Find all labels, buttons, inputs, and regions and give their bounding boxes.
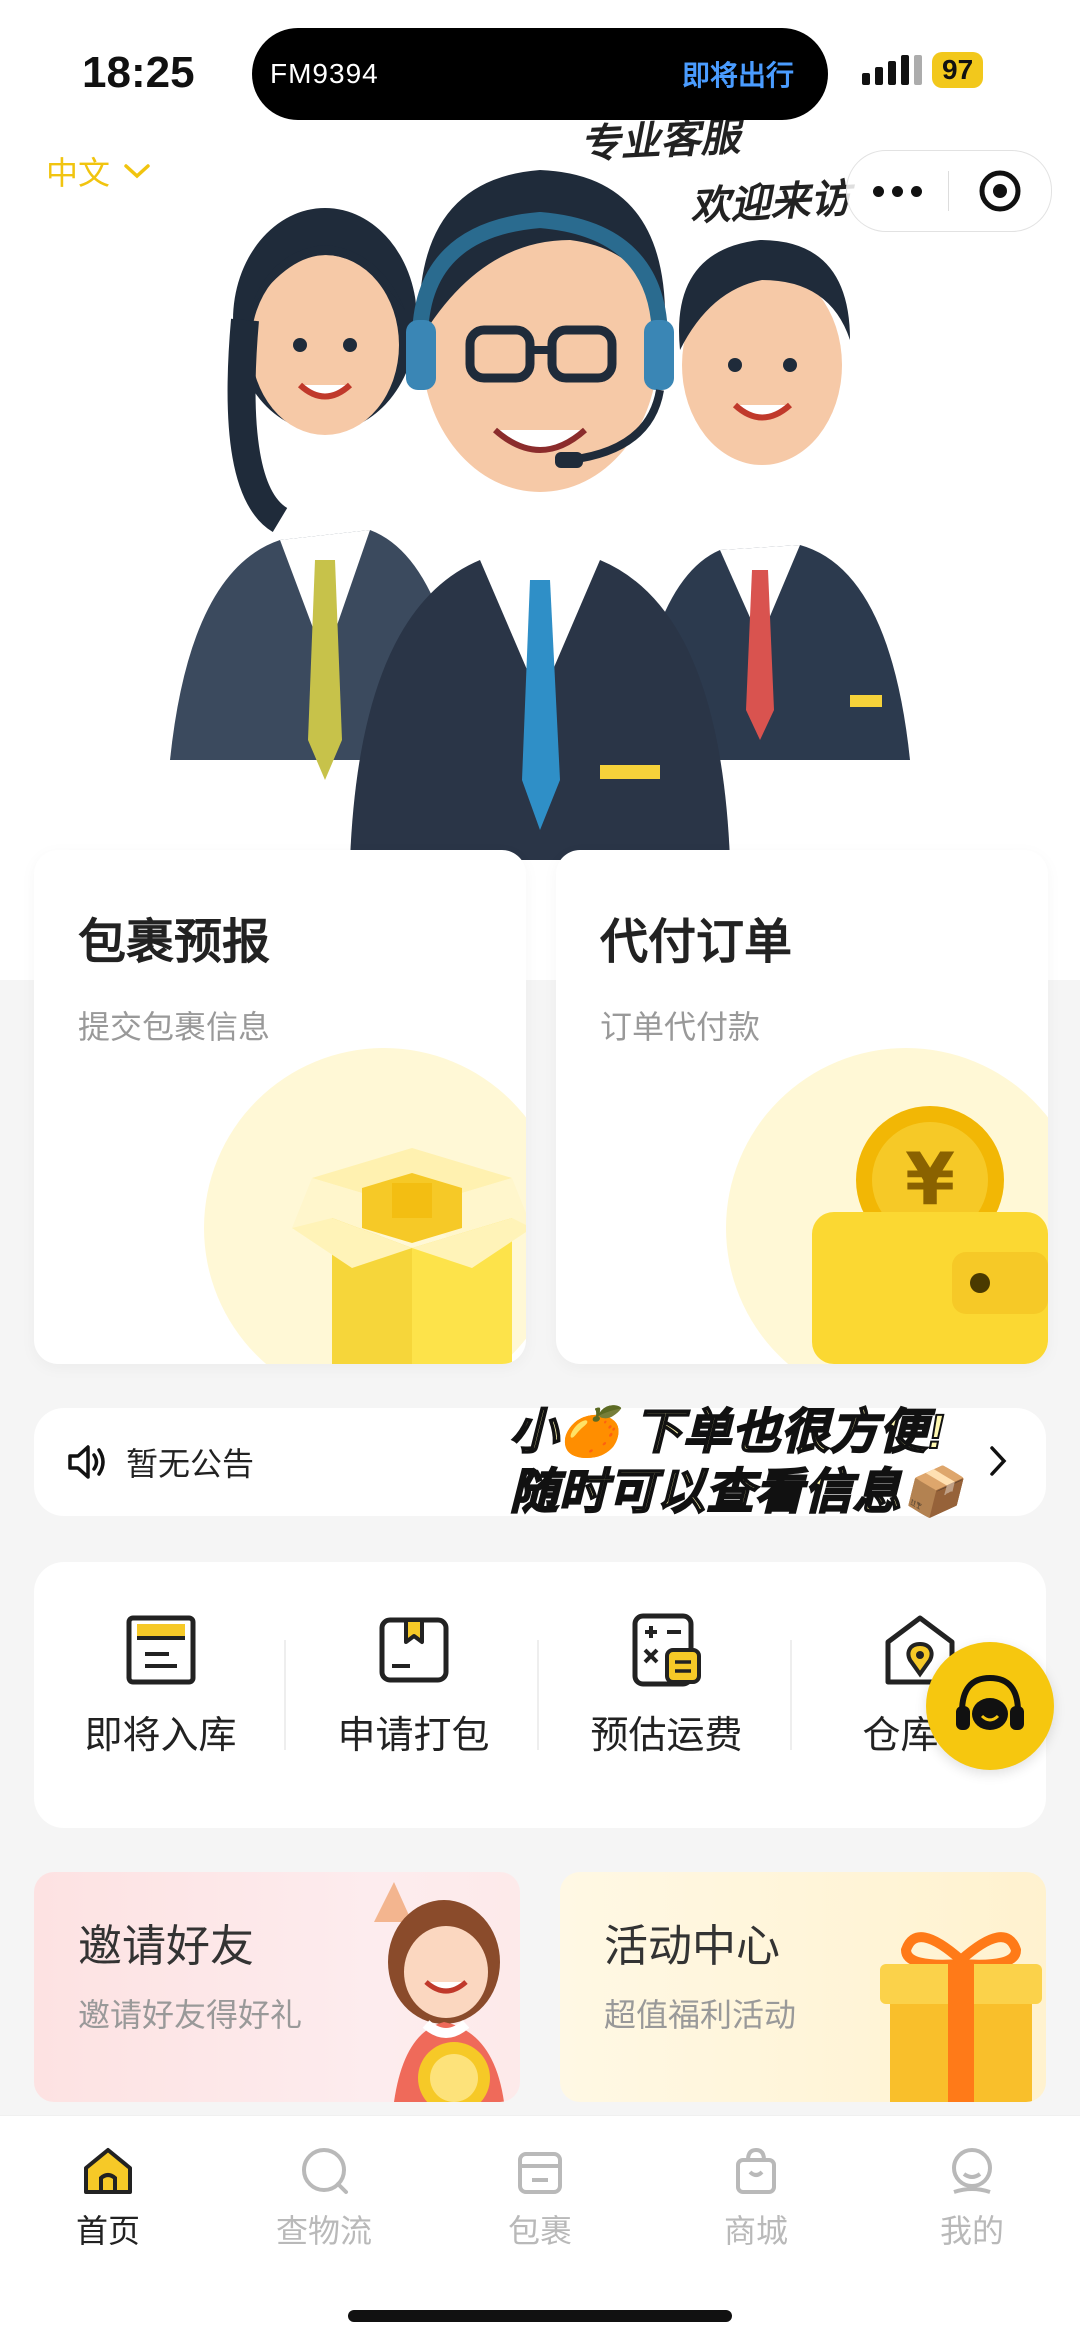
package-icon: [518, 2152, 562, 2194]
quick-action-label: 即将入库: [84, 1715, 237, 1757]
miniprogram-capsule: [846, 150, 1052, 232]
girl-with-coin-icon: [374, 1882, 504, 2102]
invite-friends-title: 邀请好友: [78, 1922, 254, 1971]
tab-profile[interactable]: 我的: [864, 2146, 1080, 2252]
speaker-icon: [68, 1445, 105, 1479]
quick-action-pack-request[interactable]: 申请打包: [287, 1612, 540, 1759]
quick-action-shipping-estimate[interactable]: 预估运费: [540, 1612, 793, 1759]
flight-number: FM9394: [270, 58, 379, 89]
invite-friends-card[interactable]: 邀请好友 邀请好友得好礼: [34, 1872, 520, 2102]
activity-center-title: 活动中心: [604, 1922, 780, 1971]
package-forecast-title: 包裹预报: [78, 916, 271, 969]
user-icon: [952, 2148, 992, 2194]
quick-action-label: 申请打包: [337, 1715, 490, 1757]
chevron-right-icon: [990, 1446, 1007, 1476]
trip-status: 即将出行: [681, 60, 794, 91]
quick-action-label: 预估运费: [590, 1715, 743, 1757]
signal-icon: [862, 55, 922, 85]
close-target-icon[interactable]: [949, 169, 1050, 213]
invite-friends-subtitle: 邀请好友得好礼: [78, 1997, 303, 2033]
status-indicators: 97: [862, 52, 984, 88]
pay-order-subtitle: 订单代付款: [600, 1009, 761, 1045]
status-time: 18:25: [82, 48, 195, 97]
announcement-text: 暂无公告: [126, 1446, 255, 1482]
dynamic-island-activity[interactable]: FM9394 即将出行: [252, 28, 828, 120]
gift-box-icon: [880, 1932, 1042, 2102]
home-indicator[interactable]: [348, 2310, 732, 2322]
calculator-icon: [632, 1613, 701, 1687]
activity-center-subtitle: 超值福利活动: [604, 1997, 797, 2033]
more-menu-icon[interactable]: [847, 185, 948, 197]
overlay-caption-line-2: 随时可以查看信息📦: [509, 1465, 963, 1520]
tab-label: 包裹: [507, 2213, 572, 2249]
package-forecast-card[interactable]: 包裹预报 提交包裹信息: [34, 850, 526, 1364]
bottom-tab-bar: 首页 查物流 包裹 商城 我的: [0, 2115, 1080, 2342]
customer-service-illustration: [170, 170, 910, 860]
svg-text:¥: ¥: [905, 1137, 955, 1221]
tab-label: 查物流: [275, 2213, 372, 2249]
quick-action-inbound[interactable]: 即将入库: [34, 1612, 287, 1759]
search-icon: [302, 2148, 348, 2194]
package-box-icon: [379, 1617, 448, 1683]
language-selector[interactable]: 中文: [46, 148, 150, 194]
tab-mall[interactable]: 商城: [648, 2146, 864, 2252]
tab-label: 首页: [75, 2213, 140, 2249]
pay-order-card[interactable]: 代付订单 订单代付款 ¥: [556, 850, 1048, 1364]
battery-level: 97: [932, 52, 984, 88]
hero-banner: 专业客服 欢迎来访: [0, 0, 1080, 980]
hero-caption-bottom: 欢迎来访: [689, 176, 852, 230]
wallet-yuan-icon: ¥: [812, 1106, 1048, 1364]
pay-order-title: 代付订单: [600, 916, 793, 969]
language-label: 中文: [46, 155, 111, 191]
tab-label: 商城: [723, 2213, 788, 2249]
activity-center-card[interactable]: 活动中心 超值福利活动: [560, 1872, 1046, 2102]
tab-track-logistics[interactable]: 查物流: [216, 2146, 432, 2252]
tab-label: 我的: [939, 2213, 1004, 2249]
package-forecast-subtitle: 提交包裹信息: [78, 1009, 271, 1045]
shopping-bag-icon: [736, 2147, 776, 2194]
quick-actions-panel: 即将入库 申请打包 预估运费 仓库地: [34, 1562, 1046, 1828]
tab-home[interactable]: 首页: [0, 2146, 216, 2252]
inbound-warehouse-icon: [126, 1615, 195, 1685]
tab-packages[interactable]: 包裹: [432, 2146, 648, 2252]
customer-service-fab[interactable]: [926, 1642, 1054, 1770]
open-box-icon: [292, 1148, 526, 1364]
home-icon: [84, 2148, 132, 2194]
chevron-down-icon: [124, 164, 150, 179]
headset-icon: [956, 1674, 1024, 1730]
